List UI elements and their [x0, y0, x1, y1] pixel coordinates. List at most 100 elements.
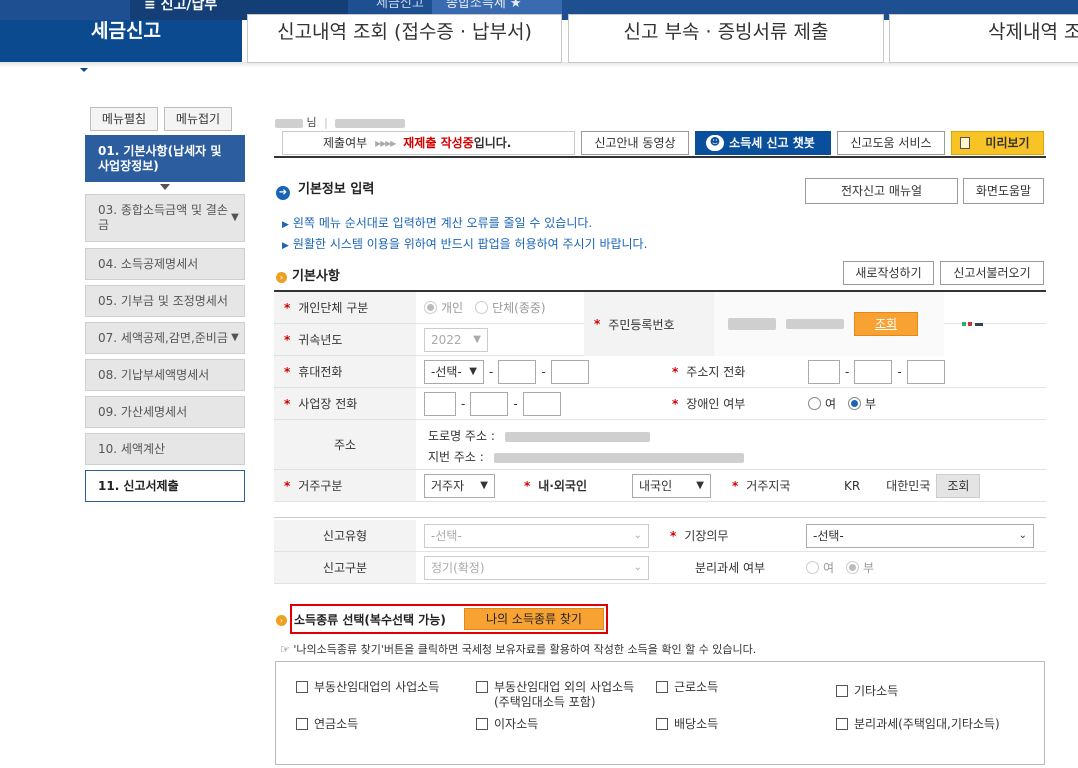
help-service-button[interactable]: 신고도움 서비스 [837, 131, 945, 155]
home-phone-last-input[interactable] [906, 359, 945, 384]
report-type-select[interactable]: -선택- ⌄ [424, 523, 649, 548]
radio-separate-yes-label: 여 [823, 561, 835, 575]
sidebar-item-donation[interactable]: 05. 기부금 및 조정명세서 [85, 285, 245, 317]
income-option-separate[interactable]: 분리과세(주택임대,기타소득) [836, 717, 1000, 732]
report-category-select[interactable]: 정기(확정) ⌄ [424, 555, 649, 580]
triangle-right-icon: ▶ [282, 241, 289, 251]
sidebar-item-penalty-tax[interactable]: 09. 가산세명세서 [85, 396, 245, 428]
radio-separate-no[interactable] [846, 561, 860, 574]
country-field: KR 대한민국 조회 [844, 470, 1044, 501]
report-type-form: 신고유형 -선택- ⌄ * 기장의무 -선택- ⌄ 신고구분 정기(확정) ⌄ 분리과세… [274, 520, 1046, 584]
checkbox[interactable] [836, 718, 848, 730]
guide-video-button[interactable]: 신고안내 동영상 [581, 131, 689, 155]
mobile-mid-input[interactable] [498, 359, 537, 384]
checkbox[interactable] [476, 718, 488, 730]
preview-label: 미리보기 [985, 136, 1030, 150]
home-phone-mid-input[interactable] [854, 359, 893, 384]
preview-button[interactable]: 미리보기 [951, 131, 1044, 155]
form-row: 신고구분 정기(확정) ⌄ 분리과세 여부 여 부 [274, 552, 1046, 584]
checkbox[interactable] [836, 685, 848, 697]
road-address-label: 도로명 주소 : [428, 429, 495, 443]
bookkeeping-select[interactable]: -선택- ⌄ [806, 523, 1034, 548]
income-option-pension[interactable]: 연금소득 [296, 717, 358, 732]
bookkeeping-label: * 기장의무 [658, 520, 802, 551]
indiv-group-radios: 개인 단체(종중) [424, 292, 584, 323]
country-code: KR [844, 478, 861, 493]
disabled-radios: 여 부 [808, 388, 1008, 419]
radio-disabled-no[interactable] [848, 397, 862, 410]
basic-section-title-text: 기본사항 [292, 269, 340, 284]
sidebar-item-tax-calculation[interactable]: 10. 세액계산 [85, 433, 245, 465]
lot-address-label: 지번 주소 : [428, 450, 484, 464]
tab-tax-report[interactable]: 세금신고 [0, 20, 242, 62]
basic-info-form: * 개인단체 구분 개인 단체(종중) * 주민등록번호 조회 * 귀속년도 2022… [274, 292, 1046, 504]
income-option-rental[interactable]: 부동산임대업의 사업소득 [296, 680, 439, 695]
nationality-field: 내국인 ▼ [632, 470, 722, 501]
find-income-button[interactable]: 나의 소득종류 찾기 [464, 608, 604, 630]
sidebar-item-label: 05. 기부금 및 조정명세서 [98, 293, 228, 308]
chevron-down-icon[interactable]: ▼ [228, 210, 242, 226]
tab-report-history[interactable]: 신고내역 조회 (접수증 · 납부서) [247, 14, 562, 63]
income-option-business[interactable]: 부동산임대업 외의 사업소득 (주택임대소득 포함) [476, 680, 634, 710]
bullet-icon: › [276, 272, 287, 283]
chatbot-icon: ☻ [706, 135, 724, 151]
radio-separate-yes[interactable] [806, 561, 819, 574]
sidebar-item-prepaid-tax[interactable]: 08. 기납부세액명세서 [85, 359, 245, 391]
new-report-button[interactable]: 새로작성하기 [843, 261, 934, 285]
sidebar-item-basic-info[interactable]: 01. 기본사항(납세자 및 사업장정보) [85, 135, 245, 182]
year-select[interactable]: 2022 ▼ [424, 327, 488, 352]
radio-group[interactable] [475, 301, 489, 314]
screen-help-button[interactable]: 화면도움말 [963, 178, 1044, 204]
tab-attachment-submit[interactable]: 신고 부속 · 증빙서류 제출 [568, 14, 884, 63]
checkbox[interactable] [296, 681, 308, 693]
radio-disabled-no-label: 부 [865, 397, 877, 411]
sidebar-item-submit[interactable]: 11. 신고서제출 [85, 470, 245, 502]
checkbox[interactable] [296, 718, 308, 730]
country-lookup-button[interactable]: 조회 [936, 473, 981, 498]
mobile-last-input[interactable] [550, 359, 589, 384]
income-option-dividend[interactable]: 배당소득 [656, 717, 718, 732]
rrn-lookup-button[interactable]: 조회 [854, 312, 918, 336]
sidebar-item-label: 08. 기납부세액명세서 [98, 367, 210, 382]
redacted-user-name [275, 118, 303, 128]
triangle-right-icon: ▶ [282, 220, 289, 230]
load-report-button[interactable]: 신고서불러오기 [940, 261, 1044, 285]
radio-disabled-yes-label: 여 [825, 397, 837, 411]
checkbox[interactable] [656, 718, 668, 730]
sidebar-item-tax-credit[interactable]: 07. 세액공제,감면,준비금 ▼ [85, 322, 245, 354]
sidebar-item-deduction[interactable]: 04. 소득공제명세서 [85, 248, 245, 280]
chevron-down-icon[interactable]: ▼ [228, 330, 242, 346]
mobile-prefix-select[interactable]: -선택- ▼ [424, 359, 484, 384]
country-name: 대한민국 [886, 479, 931, 493]
section-title: ➜ 기본정보 입력 [276, 178, 374, 200]
form-row: 신고유형 -선택- ⌄ * 기장의무 -선택- ⌄ [274, 520, 1046, 552]
nationality-select[interactable]: 내국인 ▼ [632, 473, 711, 498]
radio-individual[interactable] [424, 301, 437, 314]
biz-phone-field: - - [424, 388, 664, 419]
sidebar-item-label: 01. 기본사항(납세자 및 사업장정보) [98, 143, 222, 173]
menu-collapse-button[interactable]: 메뉴접기 [164, 107, 232, 131]
home-phone-area-input[interactable] [808, 359, 840, 384]
checkbox[interactable] [476, 681, 488, 693]
document-icon [960, 137, 970, 149]
checkbox[interactable] [656, 681, 668, 693]
chatbot-button[interactable]: ☻ 소득세 신고 챗봇 [695, 131, 831, 155]
sidebar-item-total-income[interactable]: 03. 종합소득금액 및 결손금 ▼ [85, 194, 245, 242]
radio-separate-no-label: 부 [863, 561, 875, 575]
biz-phone-mid-input[interactable] [470, 391, 509, 416]
biz-phone-last-input[interactable] [522, 391, 561, 416]
radio-disabled-yes[interactable] [808, 397, 821, 410]
form-row: 주소 도로명 주소 : 지번 주소 : [274, 420, 1046, 470]
residence-select[interactable]: 거주자 ▼ [424, 473, 495, 498]
indiv-group-label: * 개인단체 구분 [274, 292, 416, 323]
header-rule [274, 156, 1046, 158]
tab-deleted-history[interactable]: 삭제내역 조 [889, 14, 1078, 63]
biz-phone-area-input[interactable] [424, 391, 456, 416]
income-option-interest[interactable]: 이자소득 [476, 717, 538, 732]
e-filing-manual-button[interactable]: 전자신고 매뉴얼 [805, 178, 958, 204]
income-option-other[interactable]: 기타소득 [836, 684, 898, 699]
menu-expand-button[interactable]: 메뉴펼침 [90, 107, 158, 131]
form-row: * 개인단체 구분 개인 단체(종중) * 주민등록번호 조회 [274, 292, 1046, 356]
redacted-lot-address [493, 452, 744, 463]
income-option-labor[interactable]: 근로소득 [656, 680, 718, 695]
